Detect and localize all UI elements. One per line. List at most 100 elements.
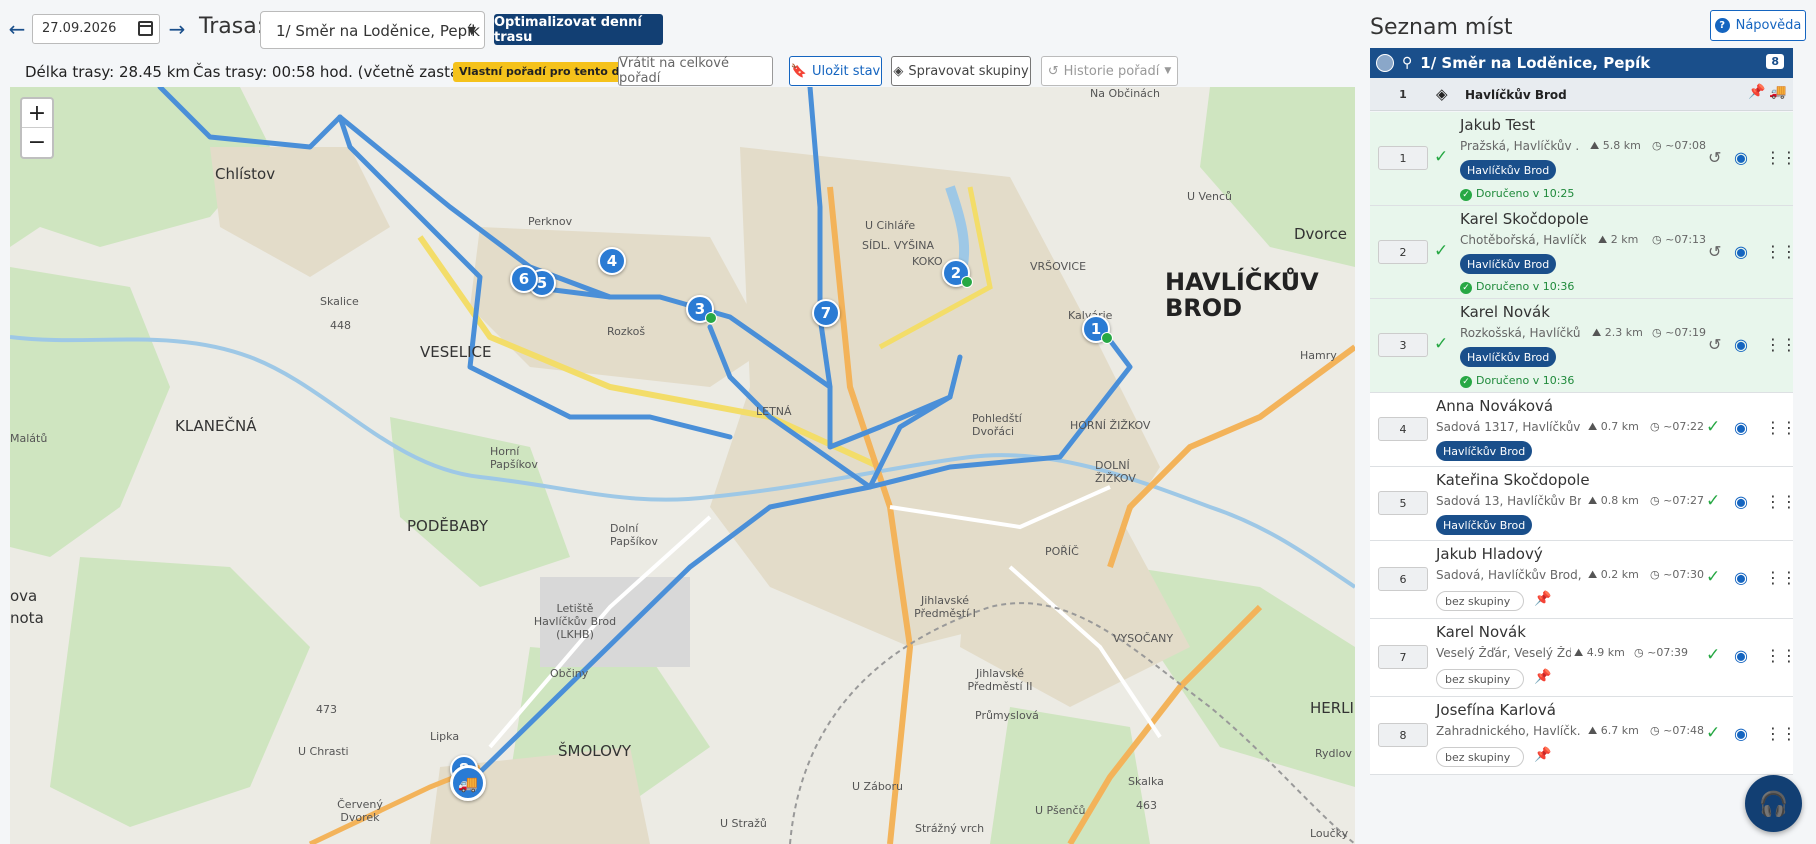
stop-name: Karel Novák <box>1460 303 1550 321</box>
mark-delivered-icon[interactable]: ✓ <box>1706 723 1720 743</box>
prev-day-arrow-icon[interactable]: ← <box>6 17 28 41</box>
stops-panel: Seznam míst ? Nápověda ⚲ 1/ Směr na Lodě… <box>1370 0 1816 844</box>
undo-icon[interactable]: ↺ <box>1708 148 1721 167</box>
map-marker-7[interactable]: 7 <box>812 299 840 327</box>
stop-row[interactable]: 8 Josefína Karlová Zahradnického, Havlíč… <box>1370 697 1797 775</box>
map-marker-3[interactable]: 3 <box>686 295 717 324</box>
undo-icon[interactable]: ↺ <box>1708 242 1721 261</box>
zoom-out-button[interactable]: − <box>22 128 52 157</box>
map-label-dolni-papskov: Dolní Papšíkov <box>610 522 658 548</box>
map-label-u-psencu: U Pšenčů <box>1035 804 1086 817</box>
drag-handle-icon[interactable]: ⋮⋮ <box>1765 724 1797 743</box>
undo-icon[interactable]: ↺ <box>1708 335 1721 354</box>
check-icon: ✓ <box>1434 147 1449 167</box>
eye-icon[interactable]: ◉ <box>1734 418 1748 437</box>
eye-icon[interactable]: ◉ <box>1734 148 1748 167</box>
stop-row[interactable]: 7 Karel Novák Veselý Žďár, Veselý Žďár 4… <box>1370 619 1797 697</box>
drag-handle-icon[interactable]: ⋮⋮ <box>1765 568 1797 587</box>
map-marker-1[interactable]: 1 <box>1082 315 1113 344</box>
mark-delivered-icon[interactable]: ✓ <box>1706 417 1720 437</box>
order-history-button[interactable]: ↺ Historie pořadí ▼ <box>1041 56 1178 86</box>
map-label-podebaby: PODĚBABY <box>407 517 489 535</box>
delivered-status: Doručeno v 10:36 <box>1460 280 1574 294</box>
map-label-klanecna: KLANEČNÁ <box>175 417 257 435</box>
revert-order-label: Vrátit na celkové pořadí <box>619 56 729 86</box>
group-row[interactable]: 1 ◈ Havlíčkův Brod 📌 🚚 <box>1370 78 1793 111</box>
map-label-skalka-height: 463 <box>1136 799 1157 812</box>
stop-number: 7 <box>1378 645 1428 669</box>
pin-icon[interactable]: 📌 <box>1534 747 1551 763</box>
stop-row[interactable]: 3 ✓ Karel Novák Rozkošská, Havlíčků... 2… <box>1370 299 1797 393</box>
mark-delivered-icon[interactable]: ✓ <box>1706 491 1720 511</box>
pin-icon[interactable]: 📌 <box>1748 84 1765 100</box>
group-select[interactable]: bez skupiny <box>1436 669 1524 689</box>
stop-number: 6 <box>1378 567 1428 591</box>
stop-number: 8 <box>1378 723 1428 747</box>
map-label-ova: ova <box>10 587 38 605</box>
help-label: Nápověda <box>1735 18 1802 33</box>
group-select[interactable]: bez skupiny <box>1436 747 1524 767</box>
map-label-cihlare: U Cihláře <box>865 219 916 232</box>
eye-icon[interactable]: ◉ <box>1734 492 1748 511</box>
layers-icon: ◈ <box>1436 85 1448 103</box>
drag-handle-icon[interactable]: ⋮⋮ <box>1765 418 1797 437</box>
map-label-hamry: Hamry <box>1300 349 1337 362</box>
group-pill[interactable]: Havlíčkův Brod <box>1436 515 1533 535</box>
map-marker-4[interactable]: 4 <box>598 247 626 275</box>
drag-handle-icon[interactable]: ⋮⋮ <box>1765 492 1797 511</box>
date-value: 27.09.2026 <box>42 21 117 36</box>
date-input[interactable]: 27.09.2026 <box>32 14 160 44</box>
drag-handle-icon[interactable]: ⋮⋮ <box>1765 148 1797 167</box>
route-header[interactable]: ⚲ 1/ Směr na Loděnice, Pepík 8 <box>1370 48 1793 78</box>
headset-icon: 🎧 <box>1758 789 1789 818</box>
stop-row[interactable]: 1 ✓ Jakub Test Pražská, Havlíčkův ... 5.… <box>1370 112 1797 206</box>
help-button[interactable]: ? Nápověda <box>1710 10 1806 41</box>
top-toolbar: ← 27.09.2026 → Trasa: 1/ Směr na Loděnic… <box>0 0 1355 86</box>
calendar-icon[interactable] <box>138 21 153 36</box>
group-pill[interactable]: Havlíčkův Brod <box>1460 254 1557 274</box>
map-label-na-obcinach: Na Občinách <box>1090 87 1160 100</box>
mark-delivered-icon[interactable]: ✓ <box>1706 567 1720 587</box>
map-marker-6[interactable]: 6 <box>510 265 538 293</box>
map-label-rozkos: Rozkoš <box>607 325 646 338</box>
mark-delivered-icon[interactable]: ✓ <box>1706 645 1720 665</box>
check-icon <box>961 276 973 288</box>
save-state-button[interactable]: 🔖 Uložit stav <box>789 56 882 86</box>
eye-icon[interactable]: ◉ <box>1734 335 1748 354</box>
zoom-in-button[interactable]: + <box>22 99 52 128</box>
truck-icon[interactable]: 🚚 <box>450 765 486 801</box>
drag-handle-icon[interactable]: ⋮⋮ <box>1765 335 1797 354</box>
eye-icon[interactable]: ◉ <box>1734 242 1748 261</box>
route-map[interactable]: + − Chlístov VESELICE KLANEČNÁ PODĚBABY … <box>10 87 1355 844</box>
support-chat-button[interactable]: 🎧 <box>1745 775 1802 832</box>
optimize-route-button[interactable]: Optimalizovat denní trasu <box>494 14 663 45</box>
map-label-chlistov: Chlístov <box>215 165 276 183</box>
route-select[interactable]: 1/ Směr na Loděnice, Pepík ▼ <box>260 11 485 49</box>
drag-handle-icon[interactable]: ⋮⋮ <box>1765 242 1797 261</box>
next-day-arrow-icon[interactable]: → <box>166 17 188 41</box>
eye-icon[interactable]: ◉ <box>1734 724 1748 743</box>
group-pill[interactable]: Havlíčkův Brod <box>1460 160 1557 180</box>
eye-icon[interactable]: ◉ <box>1734 646 1748 665</box>
stop-row[interactable]: 2 ✓ Karel Skočdopole Chotěbořská, Havlíč… <box>1370 206 1797 299</box>
manage-groups-button[interactable]: ◈ Spravovat skupiny <box>891 56 1031 86</box>
map-marker-2[interactable]: 2 <box>942 259 973 288</box>
eye-icon[interactable]: ◉ <box>1734 568 1748 587</box>
group-pill[interactable]: Havlíčkův Brod <box>1460 347 1557 367</box>
stop-row[interactable]: 6 Jakub Hladový Sadová, Havlíčkův Brod, … <box>1370 541 1797 619</box>
stop-row[interactable]: 4 Anna Nováková Sadová 1317, Havlíčkův .… <box>1370 393 1797 467</box>
pin-icon[interactable]: 📌 <box>1534 669 1551 685</box>
group-select[interactable]: bez skupiny <box>1436 591 1524 611</box>
drag-handle-icon[interactable]: ⋮⋮ <box>1765 646 1797 665</box>
group-row-num: 1 <box>1399 87 1407 101</box>
order-history-label: Historie pořadí <box>1063 63 1160 79</box>
stop-address: Sadová 1317, Havlíčkův ... <box>1436 420 1581 434</box>
stop-row[interactable]: 5 Kateřina Skočdopole Sadová 13, Havlíčk… <box>1370 467 1797 541</box>
stop-eta: ~07:13 <box>1652 233 1706 246</box>
pin-icon[interactable]: 📌 <box>1534 591 1551 607</box>
truck-off-icon[interactable]: 🚚 <box>1769 84 1786 100</box>
stop-distance: 0.7 km <box>1588 420 1639 434</box>
stop-number: 4 <box>1378 417 1428 441</box>
revert-order-button[interactable]: Vrátit na celkové pořadí <box>618 56 773 86</box>
group-pill[interactable]: Havlíčkův Brod <box>1436 441 1533 461</box>
